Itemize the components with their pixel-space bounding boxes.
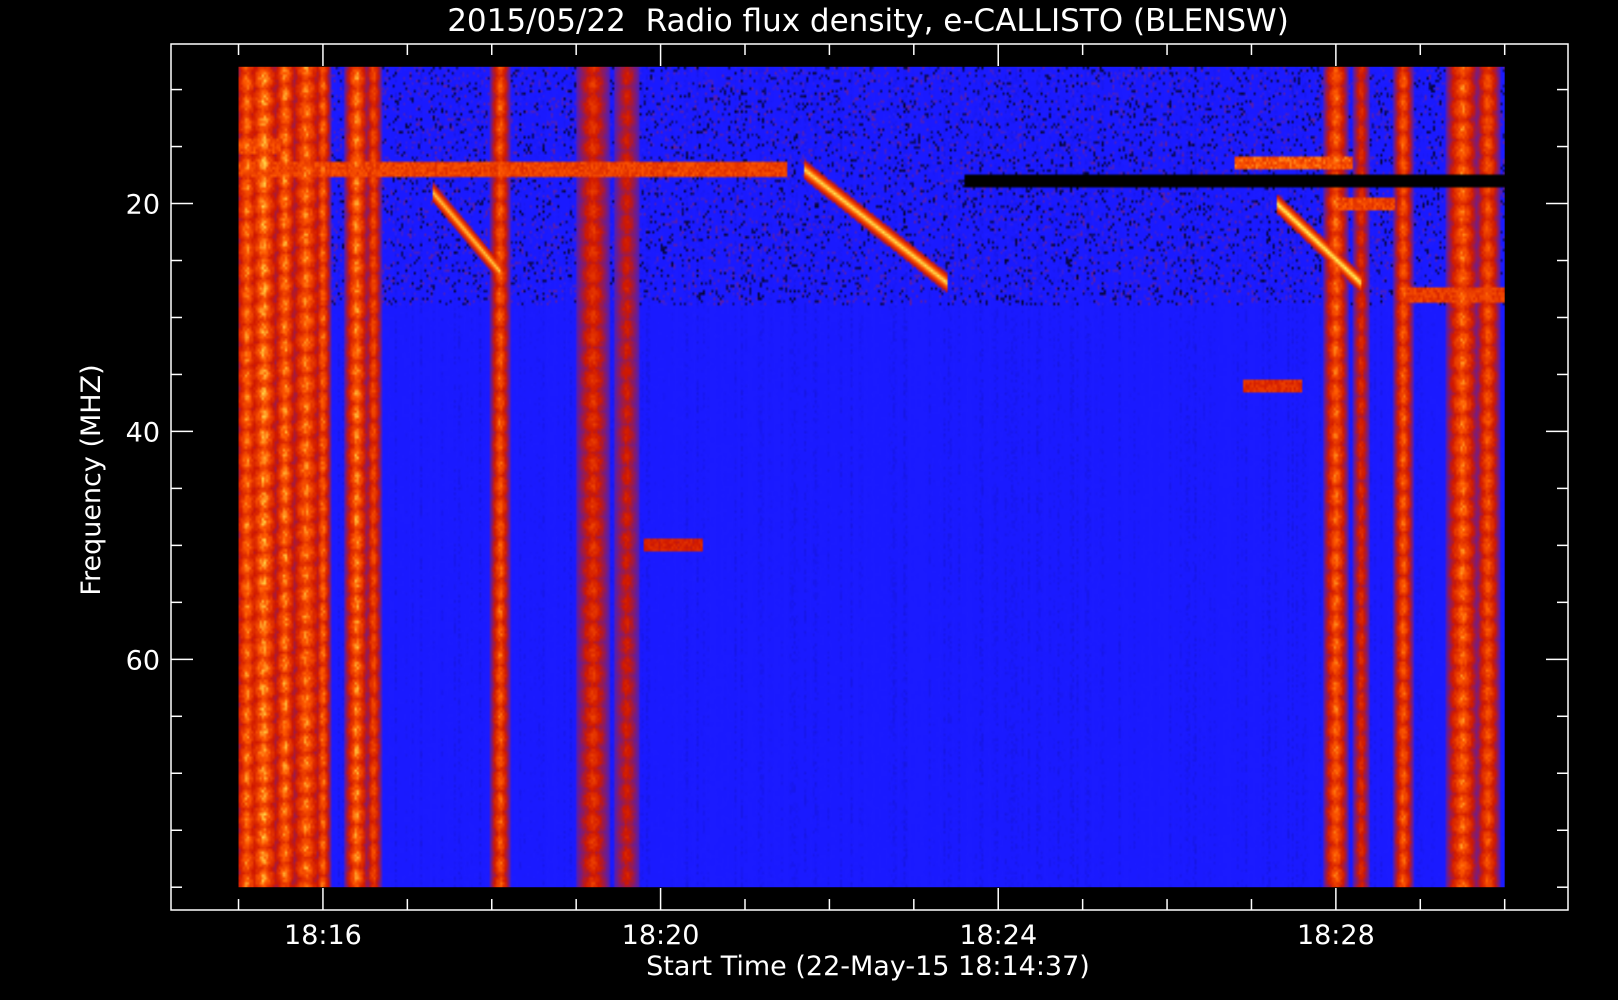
x-tick-label: 18:16 bbox=[284, 920, 362, 951]
spectrogram-chart: 2015/05/22 Radio flux density, e-CALLIST… bbox=[0, 0, 1618, 1000]
y-tick-label: 20 bbox=[126, 190, 160, 221]
y-tick-label: 60 bbox=[126, 645, 160, 676]
x-tick-label: 18:28 bbox=[1297, 920, 1375, 951]
spectrogram-raster bbox=[238, 66, 1505, 888]
y-tick-label: 40 bbox=[126, 417, 160, 448]
x-axis-label: Start Time (22-May-15 18:14:37) bbox=[646, 951, 1090, 982]
chart-title: 2015/05/22 Radio flux density, e-CALLIST… bbox=[447, 3, 1289, 39]
x-tick-label: 18:20 bbox=[622, 920, 700, 951]
x-tick-label: 18:24 bbox=[959, 920, 1037, 951]
spectrogram-image bbox=[238, 66, 1505, 888]
y-axis-label: Frequency (MHZ) bbox=[76, 364, 107, 595]
